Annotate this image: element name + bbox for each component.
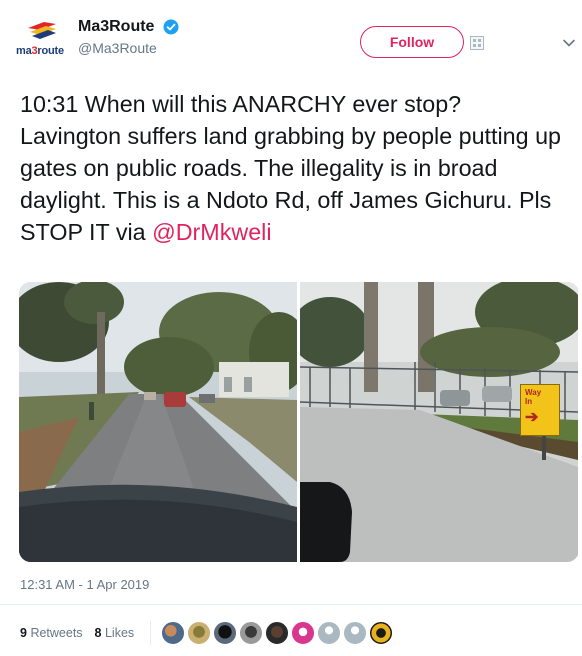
mention-link[interactable]: @DrMkweli (152, 219, 271, 245)
sign-arrow-icon: ➔ (525, 409, 539, 426)
photo-road-car[interactable] (19, 282, 297, 562)
tweet-header: ma3route Ma3Route @Ma3Route Follow (14, 12, 575, 70)
way-in-sign: Way In ➔ (520, 384, 560, 436)
chevron-down-icon[interactable] (562, 36, 576, 50)
avatar-logo-text: ma3route (16, 45, 64, 57)
sign-line-1: Way (525, 388, 542, 397)
tweet-stats: 9 Retweets 8 Likes (20, 620, 395, 646)
tweet-media: Way In ➔ (19, 282, 579, 562)
liker-avatar[interactable] (317, 621, 342, 645)
divider (0, 604, 582, 605)
tweet-body: 10:31 When will this ANARCHY ever stop? … (20, 91, 561, 245)
liker-avatar[interactable] (343, 621, 368, 645)
liker-avatar[interactable] (161, 621, 186, 645)
liker-avatar[interactable] (239, 621, 264, 645)
retweets-stat[interactable]: 9 Retweets (20, 626, 83, 640)
display-name[interactable]: Ma3Route (78, 18, 154, 36)
retweets-count: 9 (20, 626, 27, 640)
likes-count: 8 (94, 626, 102, 640)
avatar[interactable]: ma3route (14, 16, 70, 70)
ma3route-logo-icon (28, 22, 56, 39)
sign-line-2: In (525, 397, 533, 406)
road-photo-image (19, 282, 297, 562)
liker-avatar[interactable] (291, 621, 316, 645)
liker-avatar[interactable] (369, 621, 394, 645)
photo-gate[interactable]: Way In ➔ (300, 282, 578, 562)
stats-separator (150, 621, 152, 645)
verified-icon (163, 19, 179, 35)
account-name-block[interactable]: Ma3Route @Ma3Route (78, 18, 179, 56)
retweets-label: Retweets (30, 626, 83, 640)
likes-stat[interactable]: 8 Likes (95, 626, 135, 640)
tweet-timestamp[interactable]: 12:31 AM - 1 Apr 2019 (20, 577, 149, 592)
tweet-text: 10:31 When will this ANARCHY ever stop? … (20, 88, 568, 248)
liker-avatar[interactable] (213, 621, 238, 645)
likes-label: Likes (104, 626, 135, 640)
account-handle[interactable]: @Ma3Route (78, 40, 179, 56)
liker-avatar[interactable] (265, 621, 290, 645)
liker-avatar[interactable] (187, 621, 212, 645)
follow-button[interactable]: Follow (360, 26, 464, 58)
grid-icon[interactable] (470, 36, 484, 50)
